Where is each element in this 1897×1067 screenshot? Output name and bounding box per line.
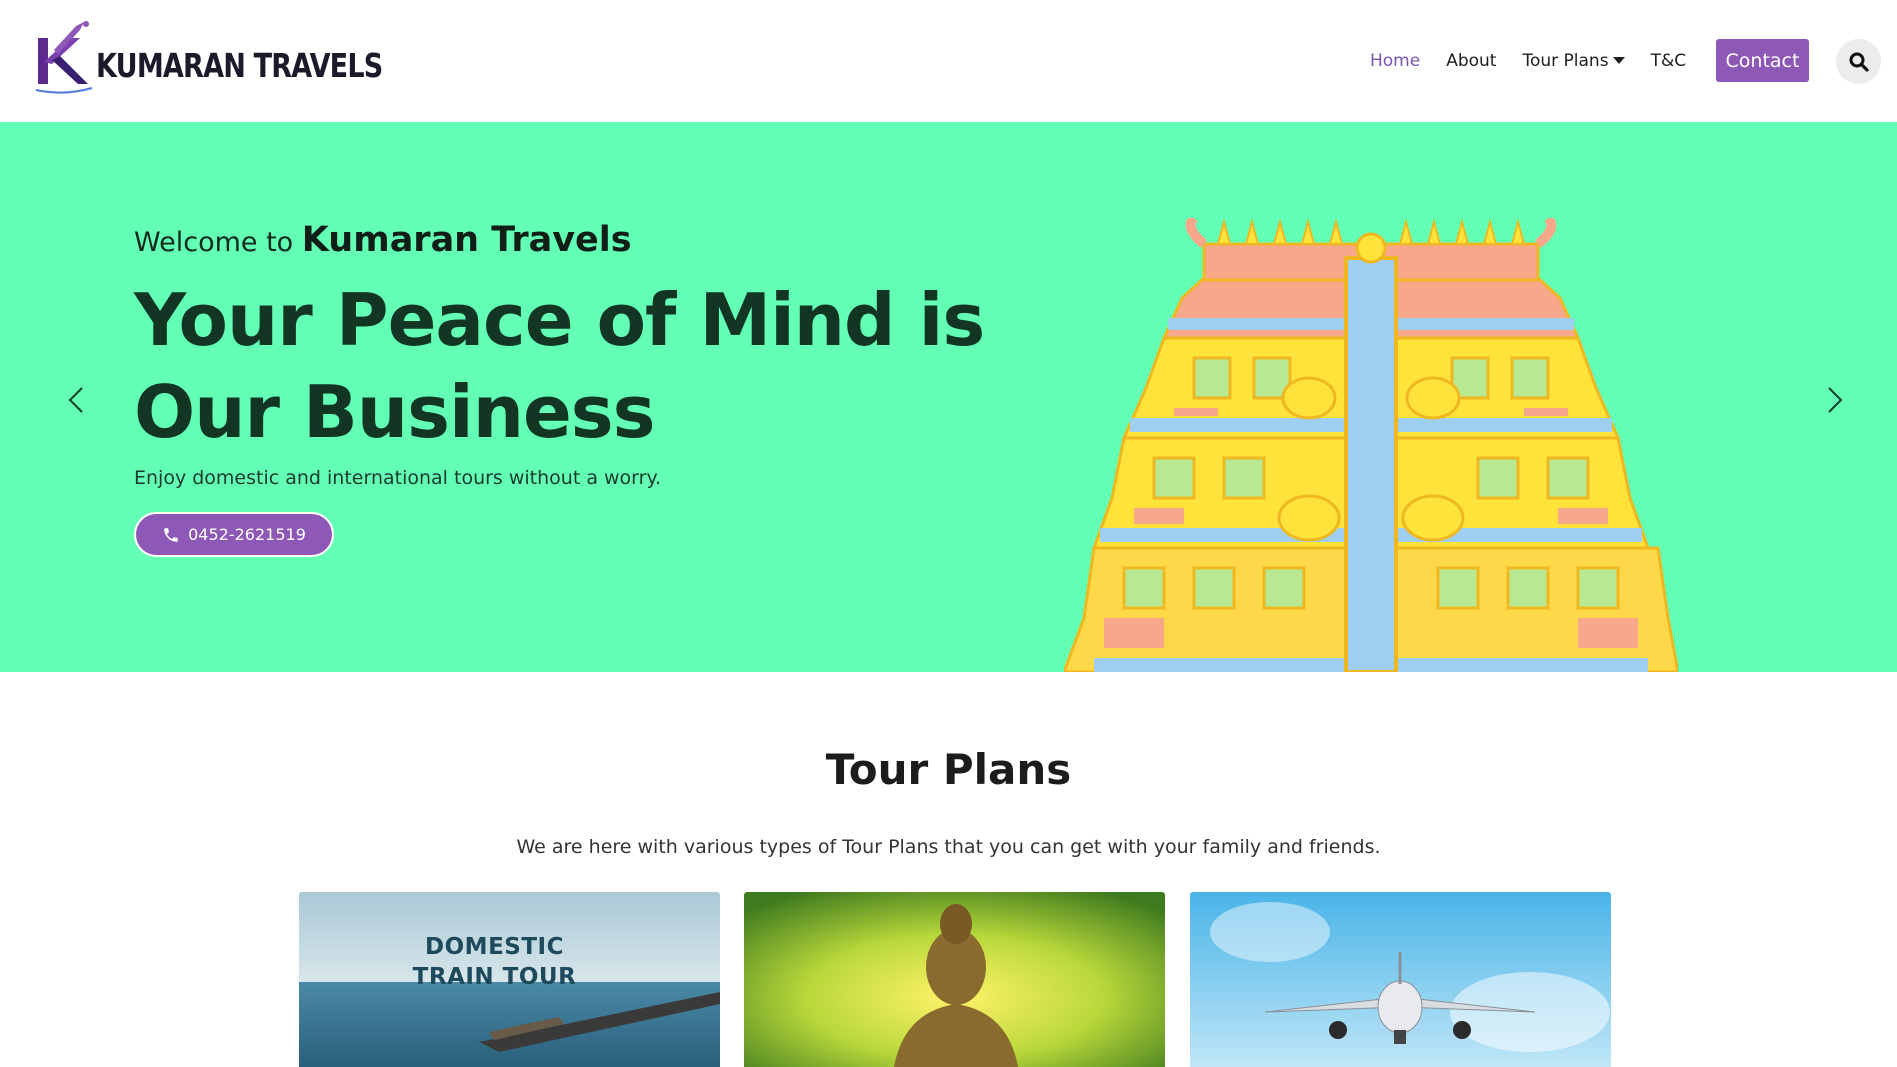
nav-home[interactable]: Home [1370, 51, 1420, 71]
phone-icon [164, 527, 178, 542]
tour-card-domestic-train[interactable]: DOMESTIC TRAIN TOUR [299, 892, 720, 1067]
main-nav: Home About Tour Plans T&C [1370, 40, 1712, 82]
phone-button[interactable]: 0452-2621519 [134, 512, 334, 557]
nav-tour-plans-label: Tour Plans [1522, 51, 1609, 71]
hero-welcome: Welcome to Kumaran Travels [134, 220, 632, 260]
buddha-statue-image [744, 892, 1165, 1067]
chevron-left-icon[interactable] [62, 380, 92, 420]
search-button[interactable] [1836, 39, 1881, 84]
phone-number: 0452-2621519 [188, 525, 306, 544]
hero-slider: Welcome to Kumaran Travels Your Peace of… [0, 122, 1897, 672]
tour-plans-subtitle: We are here with various types of Tour P… [516, 836, 1381, 858]
tour-plans-title: Tour Plans [825, 745, 1072, 794]
card-label-line1: DOMESTIC [425, 934, 564, 960]
nav-about[interactable]: About [1446, 51, 1496, 71]
nav-tandc[interactable]: T&C [1651, 51, 1687, 71]
tour-card-international[interactable] [1190, 892, 1611, 1067]
nav-tour-plans[interactable]: Tour Plans [1522, 51, 1625, 71]
tour-card-spiritual[interactable] [744, 892, 1165, 1067]
card-label-line2: TRAIN TOUR [412, 964, 577, 990]
card-label: DOMESTIC TRAIN TOUR [299, 932, 690, 992]
contact-button[interactable]: Contact [1716, 39, 1809, 82]
logo-text: KUMARAN TRAVELS [96, 46, 383, 85]
search-icon [1849, 52, 1869, 72]
chevron-right-icon[interactable] [1819, 380, 1849, 420]
welcome-brand: Kumaran Travels [301, 220, 632, 260]
temple-gopuram-illustration [1064, 218, 1678, 672]
caret-down-icon [1612, 57, 1625, 64]
welcome-prefix: Welcome to [134, 227, 294, 258]
hero-subline: Enjoy domestic and international tours w… [134, 467, 662, 489]
site-logo[interactable]: KUMARAN TRAVELS [34, 20, 383, 102]
site-header: KUMARAN TRAVELS Home About Tour Plans T&… [0, 0, 1897, 122]
hero-headline: Your Peace of Mind is Our Business [134, 278, 985, 454]
airplane-image [1190, 892, 1611, 1067]
logo-mark-icon [35, 21, 93, 94]
